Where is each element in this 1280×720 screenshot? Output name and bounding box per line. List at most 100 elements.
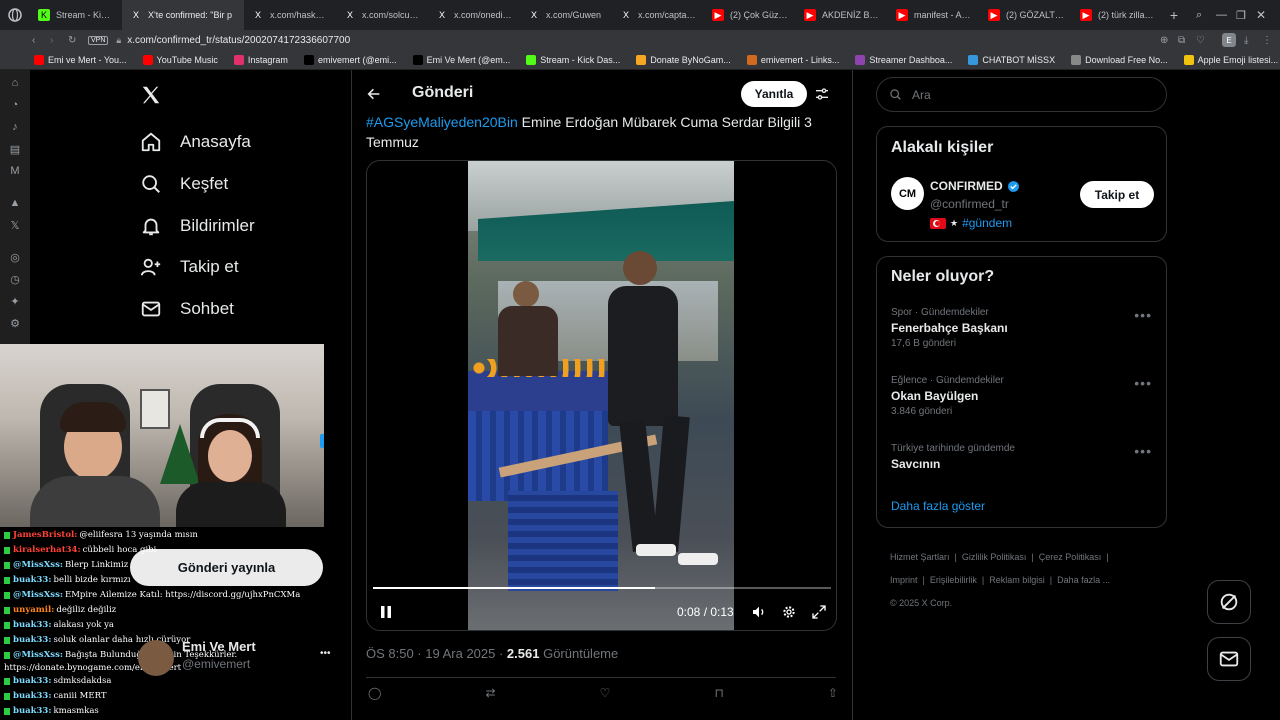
video-settings-icon[interactable] — [781, 604, 797, 625]
chat-username[interactable]: @MissXss: — [13, 590, 63, 600]
messages-button[interactable] — [1207, 637, 1251, 681]
back-arrow-icon[interactable] — [366, 86, 382, 107]
menu-icon[interactable]: ⋮ — [1262, 35, 1280, 46]
back-icon[interactable]: ‹ — [32, 35, 50, 46]
account-name[interactable]: Emi Ve Mert — [182, 639, 256, 654]
browser-tab[interactable]: X X'te confirmed: "Bir p — [122, 0, 244, 30]
nav-follow[interactable]: Takip et — [140, 256, 239, 278]
reply-icon[interactable]: ◯ — [368, 686, 381, 700]
browser-tab[interactable]: Xx.com/Guwen — [520, 0, 612, 30]
sidebar-notes-icon[interactable]: ▤ — [8, 142, 22, 156]
chat-username[interactable]: @MissXss: — [13, 650, 63, 660]
browser-search-icon[interactable]: ⌕ — [1196, 9, 1216, 22]
sidebar-extension-icon[interactable]: ✦ — [8, 294, 22, 308]
bio-hashtag[interactable]: #gündem — [962, 216, 1012, 230]
chat-username[interactable]: buak33: — [13, 676, 52, 686]
sidebar-history-icon[interactable]: ◔ — [8, 98, 22, 112]
reload-icon[interactable]: ↻ — [68, 35, 88, 46]
post-hashtag[interactable]: #AGSyeMaliyeden20Bin — [366, 114, 518, 130]
browser-tab[interactable]: Xx.com/haskolog — [244, 0, 336, 30]
forward-icon[interactable]: › — [50, 35, 68, 46]
extensions-icon[interactable]: ⧉ — [1178, 35, 1196, 46]
sidebar-app-icon[interactable]: ▲ — [8, 196, 22, 210]
browser-tab[interactable]: ▶ AKDENİZ BÖLG — [796, 0, 888, 30]
trend-item[interactable]: Türkiye tarihinde gündemde Savcının — [891, 443, 1151, 471]
bookmark-item[interactable]: YouTube Music — [135, 54, 226, 65]
volume-icon[interactable] — [751, 604, 767, 625]
browser-tab[interactable]: ▶ (2) Çok Güzel H — [704, 0, 796, 30]
close-window-icon[interactable]: ✕ — [1256, 8, 1280, 22]
post-compose-button[interactable]: Gönderi yayınla — [130, 549, 323, 586]
chat-username[interactable]: unyamil: — [13, 605, 54, 615]
trend-item[interactable]: Spor · Gündemdekiler Fenerbahçe Başkanı … — [891, 307, 1151, 349]
post-timestamp[interactable]: ÖS 8:50 · 19 Ara 2025 · — [366, 646, 507, 661]
url-text[interactable]: x.com/confirmed_tr/status/20020741723366… — [127, 35, 350, 46]
bookmark-item[interactable]: Stream - Kick Das... — [518, 54, 628, 65]
sidebar-settings-icon[interactable]: ◎ — [8, 250, 22, 264]
pause-icon[interactable] — [379, 605, 393, 624]
repost-icon[interactable]: ⇄ — [486, 686, 496, 700]
sidebar-home-icon[interactable]: ⌂ — [8, 76, 22, 90]
minimize-icon[interactable]: — — [1216, 9, 1236, 21]
x-logo-icon[interactable] — [140, 84, 162, 111]
browser-tab[interactable]: Xx.com/onedio/s — [428, 0, 520, 30]
avatar[interactable]: CM — [891, 177, 924, 210]
share-icon[interactable]: ⇧ — [828, 686, 838, 700]
browser-tab[interactable]: Xx.com/captainb — [612, 0, 704, 30]
grok-button[interactable] — [1207, 580, 1251, 624]
browser-tab[interactable]: ▶ (2) türk zilla - Y — [1072, 0, 1164, 30]
more-icon[interactable]: ••• — [1134, 375, 1152, 391]
more-icon[interactable]: ••• — [1134, 307, 1152, 323]
browser-tab[interactable]: K Stream - Kick D — [30, 0, 122, 30]
chat-username[interactable]: buak33: — [13, 706, 52, 716]
download-icon[interactable]: ⤓ — [1244, 35, 1262, 46]
nav-chat[interactable]: Sohbet — [140, 298, 234, 320]
chat-username[interactable]: buak33: — [13, 575, 52, 585]
account-avatar[interactable] — [138, 640, 174, 676]
new-tab-button[interactable]: + — [1164, 7, 1184, 23]
bookmark-item[interactable]: emivemert (@emi... — [296, 54, 405, 65]
person-name[interactable]: CONFIRMED — [930, 179, 1020, 193]
trend-item[interactable]: Eğlence · Gündemdekiler Okan Bayülgen 3.… — [891, 375, 1151, 417]
video-player[interactable]: 0:08 / 0:13 — [366, 160, 837, 631]
nav-home[interactable]: Anasayfa — [140, 131, 251, 153]
sidebar-mail-icon[interactable]: M — [8, 164, 22, 178]
bookmark-item[interactable]: Download Free No... — [1063, 54, 1176, 65]
chat-username[interactable]: buak33: — [13, 620, 52, 630]
video-progress-track[interactable] — [373, 587, 831, 589]
footer-link-more[interactable]: Daha fazla ... — [1057, 575, 1110, 585]
bookmark-item[interactable]: Donate ByNoGam... — [628, 54, 739, 65]
browser-tab[interactable]: Xx.com/solcugaz — [336, 0, 428, 30]
more-icon[interactable]: ••• — [1134, 443, 1152, 459]
search-box[interactable]: Ara — [876, 77, 1167, 112]
sidebar-music-icon[interactable]: ♪ — [8, 120, 22, 134]
sidebar-clock-icon[interactable]: ◷ — [8, 272, 22, 286]
footer-link-privacy[interactable]: Gizlilik Politikası — [962, 552, 1027, 562]
browser-logo-icon[interactable] — [0, 0, 30, 30]
bookmark-item[interactable]: Apple Emoji listesi... — [1176, 54, 1280, 65]
chat-username[interactable]: JamesBristol: — [13, 530, 77, 540]
account-more-icon[interactable]: ••• — [320, 648, 331, 659]
footer-link-cookies[interactable]: Çerez Politikası — [1039, 552, 1102, 562]
bookmark-item[interactable]: Emi Ve Mert (@em... — [405, 54, 519, 65]
nav-explore[interactable]: Keşfet — [140, 173, 228, 195]
zoom-icon[interactable]: ⊕ — [1160, 35, 1178, 46]
follow-button[interactable]: Takip et — [1080, 181, 1154, 208]
sidebar-x-icon[interactable]: 𝕏 — [8, 218, 22, 232]
bookmark-star-icon[interactable]: ♡ — [1196, 35, 1214, 46]
show-more-link[interactable]: Daha fazla göster — [891, 499, 985, 513]
bookmark-item[interactable]: Instagram — [226, 54, 296, 65]
chat-username[interactable]: buak33: — [13, 635, 52, 645]
bookmark-item[interactable]: emivemert - Links... — [739, 54, 848, 65]
bookmark-item[interactable]: Emi ve Mert - You... — [26, 54, 135, 65]
chat-username[interactable]: @MissXss: — [13, 560, 63, 570]
reply-button[interactable]: Yanıtla — [741, 81, 807, 107]
footer-link-accessibility[interactable]: Erişilebilirlik — [930, 575, 977, 585]
vpn-badge[interactable]: VPN — [88, 35, 109, 45]
footer-link-terms[interactable]: Hizmet Şartları — [890, 552, 950, 562]
footer-link-imprint[interactable]: Imprint — [890, 575, 918, 585]
fullscreen-icon[interactable] — [811, 604, 827, 625]
reply-settings-icon[interactable] — [814, 86, 830, 107]
like-icon[interactable]: ♡ — [600, 686, 611, 700]
browser-tab[interactable]: ▶ manifest - Ama — [888, 0, 980, 30]
